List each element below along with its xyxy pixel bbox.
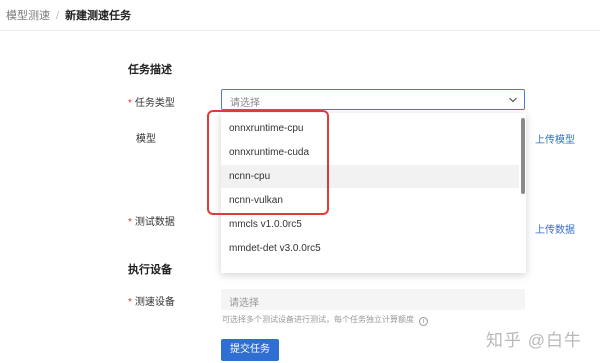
submit-task-button[interactable]: 提交任务 (221, 339, 279, 361)
device-select[interactable]: 请选择 (221, 289, 525, 310)
watermark: 知乎 @白牛 (486, 331, 582, 350)
breadcrumb-separator: / (56, 10, 60, 22)
section-title-task-description: 任务描述 (128, 64, 172, 76)
task-type-label: * 任务类型 (128, 94, 175, 109)
info-icon[interactable]: i (419, 317, 428, 326)
breadcrumb: 模型测速 / 新建测速任务 (6, 7, 131, 23)
dropdown-option-mmcls[interactable]: mmcls v1.0.0rc5 (221, 213, 519, 236)
task-type-placeholder: 请选择 (230, 98, 260, 109)
top-bar: 模型测速 / 新建测速任务 (0, 0, 600, 31)
required-mark: * (128, 98, 132, 109)
device-label: * 测速设备 (128, 293, 175, 308)
dropdown-option-mmdet-det[interactable]: mmdet-det v3.0.0rc5 (221, 237, 519, 260)
model-label: 模型 (136, 134, 156, 145)
device-hint-text: 可选择多个测试设备进行测试，每个任务独立计算额度 (222, 315, 414, 324)
device-placeholder: 请选择 (229, 298, 259, 309)
highlight-annotation-box (207, 110, 329, 215)
dropdown-scrollbar[interactable] (520, 113, 526, 273)
section-title-execution-device: 执行设备 (128, 264, 172, 276)
device-label-text: 测速设备 (134, 297, 175, 308)
required-mark: * (128, 217, 132, 228)
test-data-label: * 测试数据 (128, 213, 175, 228)
scrollbar-thumb[interactable] (521, 118, 525, 194)
upload-data-link[interactable]: 上传数据 (535, 221, 575, 236)
task-type-label-text: 任务类型 (134, 98, 175, 109)
task-type-select[interactable]: 请选择 (221, 89, 525, 110)
breadcrumb-current: 新建测速任务 (65, 10, 132, 22)
chevron-down-icon (509, 97, 517, 103)
test-data-label-text: 测试数据 (134, 217, 175, 228)
required-mark: * (128, 297, 132, 308)
breadcrumb-parent[interactable]: 模型测速 (6, 10, 50, 22)
upload-model-link[interactable]: 上传模型 (535, 131, 575, 146)
device-hint: 可选择多个测试设备进行测试，每个任务独立计算额度 i (222, 314, 428, 326)
